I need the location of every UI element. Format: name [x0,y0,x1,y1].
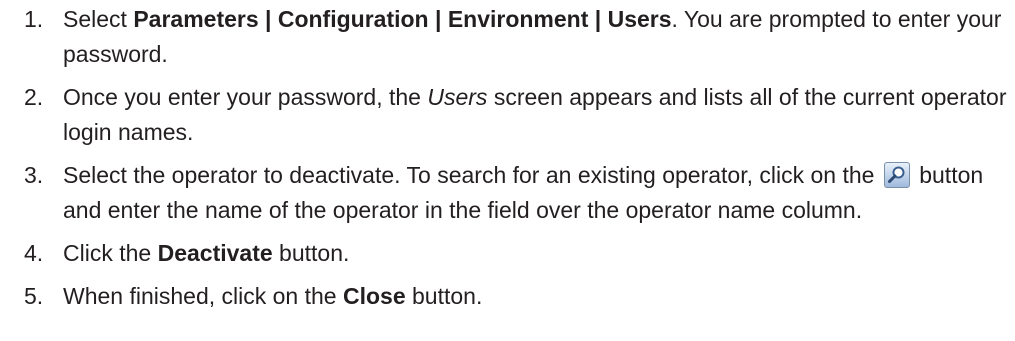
step-1: 1. Select Parameters | Configuration | E… [0,2,1015,72]
step-number: 5. [24,283,44,309]
step-3: 3. Select the operator to deactivate. To… [0,158,1015,228]
step-text-part: button. [272,240,350,266]
screen-name: Users [427,84,488,110]
step-text: Select Parameters | Configuration | Envi… [63,2,1015,72]
step-number: 1. [24,6,44,32]
step-text: Once you enter your password, the Users … [63,80,1015,150]
magnifier-search-icon [883,162,910,188]
step-text-part: When finished, click on the [63,283,343,309]
step-4: 4. Click the Deactivate button. [0,236,1015,271]
step-text: When finished, click on the Close button… [63,279,1015,314]
step-text-part: Once you enter your password, the [63,84,428,110]
step-text-part: Click the [63,240,158,266]
step-text-part: Select the operator to deactivate. To se… [63,162,881,188]
step-text: Select the operator to deactivate. To se… [63,158,1015,228]
instruction-steps: 1. Select Parameters | Configuration | E… [0,0,1015,314]
step-2: 2. Once you enter your password, the Use… [0,80,1015,150]
step-5: 5. When finished, click on the Close but… [0,279,1015,314]
step-number: 2. [24,84,44,110]
step-text-part: button. [405,283,483,309]
step-text: Click the Deactivate button. [63,236,1015,271]
button-name: Close [342,283,406,309]
menu-path: Parameters | Configuration | Environment… [133,6,672,32]
step-number: 3. [24,162,44,188]
step-text-part: Select [63,6,134,32]
step-number: 4. [24,240,44,266]
button-name: Deactivate [157,240,273,266]
